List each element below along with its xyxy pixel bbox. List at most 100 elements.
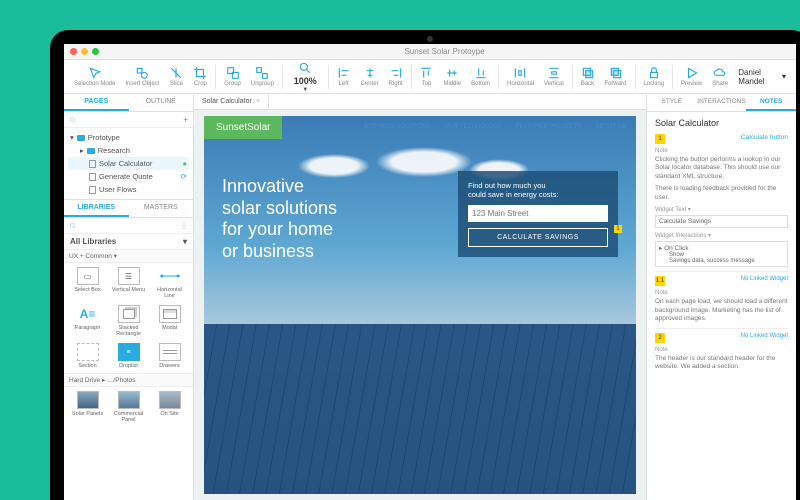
- widget-stacked-rectangle[interactable]: Stacked Rectangle: [109, 303, 148, 339]
- tab-masters[interactable]: MASTERS: [129, 200, 194, 217]
- widget-paragraph[interactable]: A≡Paragraph: [68, 303, 107, 339]
- mockup-logo: SunsetSolar: [204, 116, 282, 139]
- canvas-tab[interactable]: Solar Calculator×: [194, 94, 269, 109]
- cursor-icon: [88, 66, 102, 80]
- selection-mode-button[interactable]: Selection Mode: [70, 66, 119, 87]
- tree-item-user-flows[interactable]: User Flows: [68, 183, 189, 196]
- group-icon: [226, 66, 240, 80]
- widget-interaction-item[interactable]: ▸ On Click Show Savings data, success me…: [655, 241, 788, 267]
- main-toolbar: Selection Mode Insert Object Slice Crop …: [64, 60, 796, 94]
- play-icon: [685, 66, 699, 80]
- send-back-button[interactable]: Back: [577, 66, 599, 87]
- zoom-control[interactable]: 100%▼: [287, 61, 324, 93]
- group-button[interactable]: Group: [220, 66, 245, 87]
- user-menu[interactable]: Daniel Mandel▾: [734, 68, 790, 86]
- address-input[interactable]: [468, 205, 608, 222]
- widget-commercial-panel[interactable]: Commercial Panel: [109, 389, 148, 425]
- page-icon: [89, 173, 96, 181]
- align-top-icon: [419, 66, 433, 80]
- tab-style[interactable]: STYLE: [647, 94, 697, 111]
- locking-button[interactable]: Locking: [639, 66, 668, 87]
- library-search[interactable]: ⋮: [64, 218, 193, 234]
- widget-text-label[interactable]: Widget Text ▾: [655, 206, 788, 213]
- widget-droplist[interactable]: ≡Droplist: [109, 341, 148, 371]
- align-bottom-icon: [474, 66, 488, 80]
- pages-search[interactable]: +: [64, 112, 193, 128]
- widget-select-box[interactable]: ▭Select Box: [68, 265, 107, 301]
- library-category[interactable]: UX + Common ▾: [64, 249, 193, 263]
- mockup-page[interactable]: SunsetSolar BUSINESS SOLUTIONSOUR TECHNO…: [204, 116, 636, 494]
- distribute-horizontal-button[interactable]: Horizontal: [503, 66, 538, 87]
- back-icon: [581, 66, 595, 80]
- chevron-down-icon: ▾: [782, 72, 786, 81]
- widget-drawers[interactable]: Drawers: [150, 341, 189, 371]
- slice-icon: [169, 66, 183, 80]
- folder-icon: [87, 148, 95, 154]
- ungroup-button[interactable]: Ungroup: [247, 66, 278, 87]
- widget-text-field[interactable]: Calculate Savings: [655, 215, 788, 228]
- bring-forward-button[interactable]: Forward: [601, 66, 631, 87]
- notes-title: Solar Calculator: [655, 118, 788, 128]
- note-text: On each page load, we should load a diff…: [655, 298, 788, 323]
- note-text: There is loading feedback provided for t…: [655, 185, 788, 202]
- widget-vertical-menu[interactable]: ☰Vertical Menu: [109, 265, 148, 301]
- linked-widget[interactable]: No Linked Widget: [741, 276, 788, 282]
- note-badge: 1.1: [655, 276, 665, 286]
- close-icon[interactable]: ×: [256, 98, 260, 105]
- slice-button[interactable]: Slice: [165, 66, 187, 87]
- linked-widget[interactable]: No Linked Widget: [741, 333, 788, 339]
- minimize-icon[interactable]: [81, 48, 88, 55]
- shapes-icon: [135, 66, 149, 80]
- tree-item-research[interactable]: ▸Research: [68, 144, 189, 157]
- preview-button[interactable]: Preview: [677, 66, 706, 87]
- calculate-button[interactable]: CALCULATE SAVINGS: [468, 228, 608, 247]
- align-left-icon: [337, 66, 351, 80]
- note-text: The header is our standard header for th…: [655, 355, 788, 372]
- search-icon: [298, 61, 312, 75]
- widget-modal[interactable]: Modal: [150, 303, 189, 339]
- tree-item-solar-calculator[interactable]: Solar Calculator●: [68, 157, 189, 170]
- chevron-down-icon: ▾: [183, 237, 187, 246]
- widget-solar-panels[interactable]: Solar Panels: [68, 389, 107, 425]
- tree-root[interactable]: ▾Prototype: [68, 131, 189, 144]
- crop-icon: [193, 66, 207, 80]
- insert-object-button[interactable]: Insert Object: [121, 66, 163, 87]
- add-page-icon[interactable]: +: [183, 115, 188, 124]
- tab-libraries[interactable]: LIBRARIES: [64, 200, 129, 217]
- tab-pages[interactable]: PAGES: [64, 94, 129, 111]
- cloud-icon: [713, 66, 727, 80]
- canvas-area: Solar Calculator× SunsetSolar BUSINESS S…: [194, 94, 646, 500]
- tab-notes[interactable]: NOTES: [746, 94, 796, 111]
- mockup-card: Find out how much youcould save in energ…: [458, 171, 618, 257]
- align-middle-button[interactable]: Middle: [439, 66, 465, 87]
- widget-horizontal-line[interactable]: Horizontal Line: [150, 265, 189, 301]
- tree-item-generate-quote[interactable]: Generate Quote⟳: [68, 170, 189, 183]
- align-center-button[interactable]: Center: [357, 66, 383, 87]
- mockup-nav: BUSINESS SOLUTIONSOUR TECHNOLOGYFEATURED…: [364, 124, 626, 130]
- ungroup-icon: [255, 66, 269, 80]
- align-top-button[interactable]: Top: [415, 66, 437, 87]
- lock-icon: [647, 66, 661, 80]
- library-category-photos[interactable]: Hard Drive ▸ …/Photos: [64, 373, 193, 387]
- widget-on-site[interactable]: On Site: [150, 389, 189, 425]
- maximize-icon[interactable]: [92, 48, 99, 55]
- widget-interactions-label[interactable]: Widget Interactions ▾: [655, 232, 788, 239]
- share-button[interactable]: Share: [708, 66, 732, 87]
- calculate-button-link[interactable]: Calculate button: [741, 134, 788, 141]
- distribute-v-icon: [547, 66, 561, 80]
- widget-section[interactable]: Section: [68, 341, 107, 371]
- mockup-hero: Innovativesolar solutionsfor your homeor…: [222, 176, 337, 262]
- align-left-button[interactable]: Left: [333, 66, 355, 87]
- crop-button[interactable]: Crop: [189, 66, 211, 87]
- library-selector[interactable]: All Libraries▾: [64, 234, 193, 249]
- note-badge: 1: [655, 134, 665, 144]
- distribute-vertical-button[interactable]: Vertical: [540, 66, 568, 87]
- close-icon[interactable]: [70, 48, 77, 55]
- right-sidebar: STYLE INTERACTIONS NOTES Solar Calculato…: [646, 94, 796, 500]
- align-middle-icon: [445, 66, 459, 80]
- align-right-button[interactable]: Right: [385, 66, 407, 87]
- tab-interactions[interactable]: INTERACTIONS: [697, 94, 747, 111]
- tab-outline[interactable]: OUTLINE: [129, 94, 194, 111]
- library-options-icon[interactable]: ⋮: [180, 221, 188, 230]
- align-bottom-button[interactable]: Bottom: [467, 66, 494, 87]
